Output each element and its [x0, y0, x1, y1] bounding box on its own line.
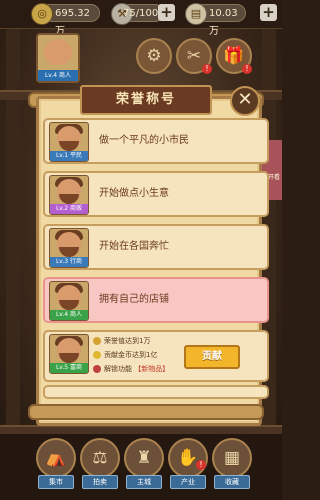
alert-badge: ! [242, 64, 252, 74]
gavel-icon: ⚖ [80, 438, 120, 478]
settings-gear-icon[interactable]: ⚙ [136, 38, 172, 74]
nav-auction[interactable]: ⚖ 拍卖 [80, 438, 120, 489]
avatar-face [44, 39, 72, 65]
energy-display: ⚒ 75/100 [111, 3, 164, 25]
requirement-honor: 荣誉值达到1万 [93, 337, 150, 346]
title-portrait: Lv.4 商人 [49, 281, 89, 321]
title-portrait: Lv.1 平民 [49, 122, 89, 162]
title-portrait: Lv.5 富商 [49, 334, 89, 374]
nav-city[interactable]: ♜ 主城 [124, 438, 164, 489]
contribute-button[interactable]: 贡献 [184, 345, 240, 369]
silver-icon: ▤ [185, 3, 207, 25]
title-level: Lv.4 商人 [50, 310, 88, 320]
nav-market[interactable]: ⛺ 集市 [36, 438, 76, 489]
title-row[interactable]: Lv.3 行商 开始在各国奔忙 [43, 224, 269, 270]
title-portrait: Lv.2 商贩 [49, 175, 89, 215]
title-name: 开始做点小生意 [99, 188, 169, 199]
title-row [43, 385, 269, 399]
alert-badge: ! [202, 64, 212, 74]
nav-collection[interactable]: ▦ 收藏 [212, 438, 252, 489]
nav-industry[interactable]: ✋ 产业 ! [168, 438, 208, 489]
nav-label: 拍卖 [82, 475, 118, 489]
nav-label: 产业 [170, 475, 206, 489]
title-level: Lv.5 富商 [50, 363, 88, 373]
requirement-unlock: 解锁功能 【新物品】 [93, 365, 169, 374]
book-icon: ▦ [212, 438, 252, 478]
stall-icon: ⛺ [36, 438, 76, 478]
add-money-button[interactable]: + [260, 4, 277, 21]
title-row[interactable]: Lv.2 商贩 开始做点小生意 [43, 171, 269, 217]
coin-icon: ◎ [31, 3, 53, 25]
coin-icon [93, 351, 101, 359]
nav-label: 主城 [126, 475, 162, 489]
title-name: 做一个平凡的小市民 [99, 135, 189, 146]
title-name: 开始在各国奔忙 [99, 241, 169, 252]
energy-value: 75/100 [123, 8, 159, 19]
nav-label: 集市 [38, 475, 74, 489]
close-button[interactable]: ✕ [230, 86, 260, 116]
title-level: Lv.3 行商 [50, 257, 88, 267]
money-value: 10.03万 [209, 8, 238, 37]
money-display: ▤ 10.03万 [185, 3, 246, 37]
gift-icon[interactable]: 🎁! [216, 38, 252, 74]
title-name: 拥有自己的店铺 [99, 294, 169, 305]
player-level: Lv.4 商人 [38, 70, 78, 81]
alert-badge: ! [196, 460, 206, 470]
requirement-gold: 贡献金币达到1亿 [93, 351, 157, 360]
title-row-current[interactable]: Lv.4 商人 拥有自己的店铺 [43, 277, 269, 323]
medal-icon [93, 337, 101, 345]
tools-icon[interactable]: ✂! [176, 38, 212, 74]
player-avatar[interactable]: Lv.4 商人 [36, 33, 80, 83]
add-energy-button[interactable]: + [158, 4, 175, 21]
handshake-icon: ✋ [168, 438, 208, 478]
title-row[interactable]: Lv.1 平民 做一个平凡的小市民 [43, 118, 269, 164]
title-portrait: Lv.3 行商 [49, 228, 89, 268]
coins-display: ◎ 695.32万 [31, 3, 100, 37]
dialog-title: 荣誉称号 [80, 85, 212, 115]
title-level: Lv.2 商贩 [50, 204, 88, 214]
scroll-bottom-rod [28, 404, 264, 420]
nav-label: 收藏 [214, 475, 250, 489]
title-level: Lv.1 平民 [50, 151, 88, 161]
unlock-icon [93, 365, 101, 373]
castle-icon: ♜ [124, 438, 164, 478]
